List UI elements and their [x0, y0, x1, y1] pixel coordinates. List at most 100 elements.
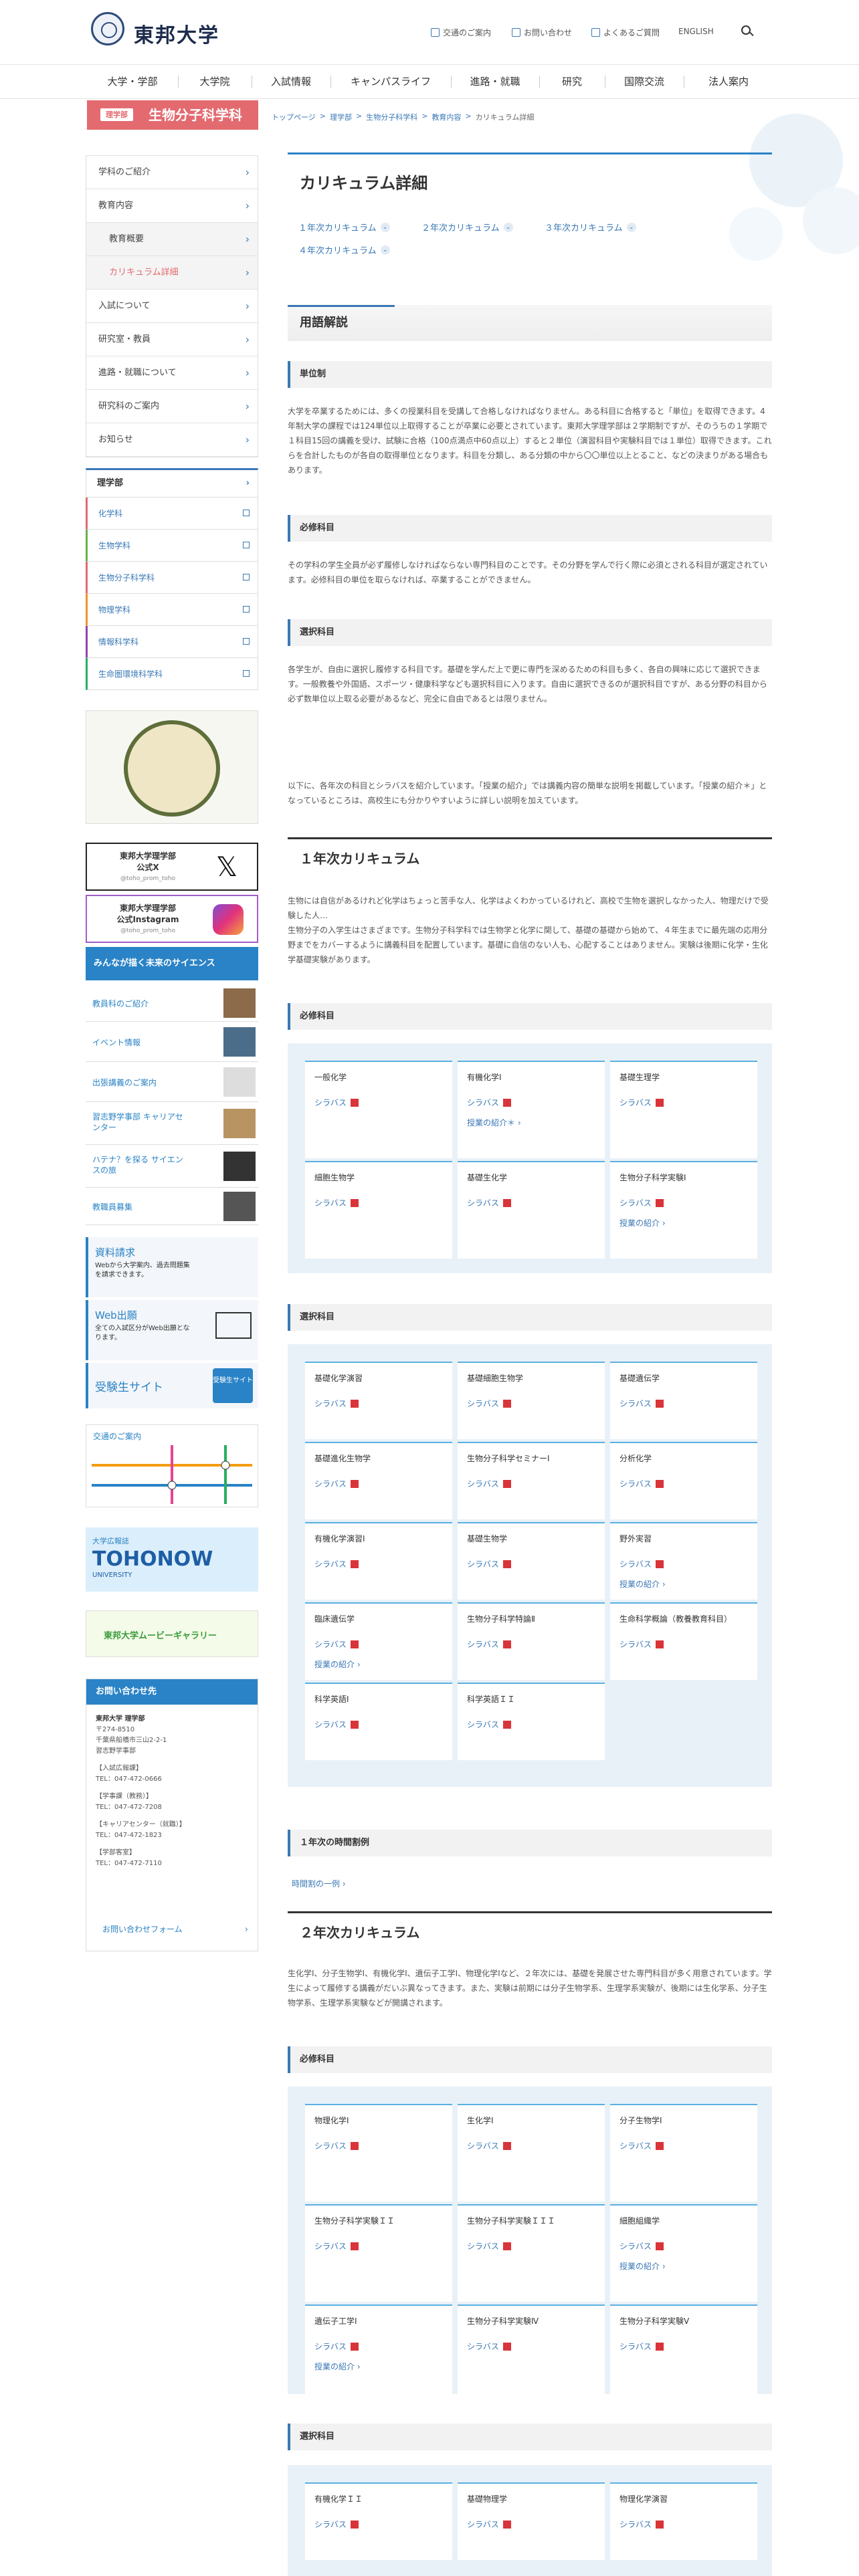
- section-title[interactable]: 理学部 生物分子科学科: [87, 100, 258, 130]
- toc-year2[interactable]: ２年次カリキュラム ⌄: [421, 221, 513, 233]
- course-intro-link[interactable]: 授業の紹介 ›: [314, 2361, 361, 2372]
- side-item-graduate[interactable]: 研究科のご案内: [86, 390, 258, 423]
- link-banner-item[interactable]: 出張講義のご案内: [86, 1062, 258, 1102]
- university-seal-icon[interactable]: [91, 12, 124, 45]
- syllabus-link[interactable]: シラバス: [467, 2240, 511, 2252]
- syllabus-link[interactable]: シラバス: [314, 1558, 359, 1570]
- util-access-link[interactable]: 交通のご案内: [431, 27, 491, 38]
- crumb-top[interactable]: トップページ: [272, 112, 316, 122]
- syllabus-link[interactable]: シラバス: [619, 1398, 664, 1409]
- syllabus-link[interactable]: シラバス: [467, 2518, 511, 2530]
- syllabus-link[interactable]: シラバス: [314, 1638, 359, 1650]
- dept-biomolecular[interactable]: 生物分子科学科: [86, 562, 258, 594]
- syllabus-link[interactable]: シラバス: [467, 1097, 511, 1108]
- syllabus-link[interactable]: シラバス: [619, 2240, 664, 2252]
- syllabus-link[interactable]: シラバス: [314, 1097, 359, 1108]
- link-banner-item[interactable]: ハテナ？を探る サイエンスの旅: [86, 1145, 258, 1188]
- syllabus-link[interactable]: シラバス: [619, 2341, 664, 2352]
- contact-form-link[interactable]: お問い合わせフォーム: [102, 1923, 183, 1935]
- dept-information[interactable]: 情報科学科: [86, 626, 258, 658]
- official-x-banner[interactable]: 東邦大学理学部 公式X @toho_prom_toho 𝕏: [86, 843, 258, 891]
- syllabus-link[interactable]: シラバス: [467, 1478, 511, 1489]
- course-intro-link[interactable]: 授業の紹介 ›: [619, 2260, 666, 2272]
- syllabus-label: シラバス: [314, 1640, 347, 1649]
- syllabus-link[interactable]: シラバス: [619, 1558, 664, 1570]
- course-card: 生化学Ⅰ シラバス: [458, 2104, 605, 2202]
- syllabus-link[interactable]: シラバス: [314, 1398, 359, 1409]
- side-item-admission[interactable]: 入試について: [86, 290, 258, 323]
- tohonow-banner[interactable]: 大学広報誌 TOHONOW UNIVERSITY: [86, 1527, 258, 1592]
- course-intro-link[interactable]: 授業の紹介＊ ›: [467, 1117, 521, 1128]
- course-intro-link[interactable]: 授業の紹介 ›: [619, 1217, 666, 1228]
- side-item-curriculum[interactable]: カリキュラム詳細: [86, 256, 258, 290]
- timetable-link[interactable]: 時間割の一例 ›: [292, 1878, 346, 1889]
- syllabus-link[interactable]: シラバス: [467, 1558, 511, 1570]
- year1-timetable-heading: １年次の時間割例: [288, 1830, 772, 1856]
- syllabus-link[interactable]: シラバス: [314, 1719, 359, 1730]
- gnav-international[interactable]: 国際交流: [605, 65, 684, 98]
- syllabus-link[interactable]: シラバス: [314, 2518, 359, 2530]
- course-name: 基礎物理学: [467, 2494, 508, 2504]
- toc-year3[interactable]: ３年次カリキュラム ⌄: [545, 221, 636, 233]
- web-application-banner[interactable]: Web出願 全ての入試区分がWeb出願となります。: [86, 1300, 258, 1360]
- gnav-research[interactable]: 研究: [539, 65, 605, 98]
- link-banner-item[interactable]: 習志野学事部 キャリアセンター: [86, 1102, 258, 1145]
- syllabus-link[interactable]: シラバス: [314, 2341, 359, 2352]
- gnav-faculty[interactable]: 大学・学部: [87, 65, 178, 98]
- syllabus-link[interactable]: シラバス: [467, 1719, 511, 1730]
- toc-year4[interactable]: ４年次カリキュラム ⌄: [298, 243, 390, 256]
- site-logo[interactable]: 東邦大学: [134, 19, 219, 48]
- dept-chemistry[interactable]: 化学科: [86, 498, 258, 530]
- syllabus-link[interactable]: シラバス: [467, 1398, 511, 1409]
- dept-head[interactable]: 理学部: [86, 468, 258, 498]
- applicant-site-banner[interactable]: 受験生サイト 受験生サイト: [86, 1363, 258, 1408]
- future-science-banner[interactable]: みんなが描く未来のサイエンス: [86, 947, 258, 980]
- emblem-banner[interactable]: [86, 710, 258, 824]
- util-english-link[interactable]: ENGLISH: [678, 27, 714, 36]
- syllabus-link[interactable]: シラバス: [619, 1638, 664, 1650]
- syllabus-link[interactable]: シラバス: [619, 1478, 664, 1489]
- course-intro-link[interactable]: 授業の紹介 ›: [314, 1658, 361, 1670]
- syllabus-link[interactable]: シラバス: [619, 1197, 664, 1208]
- gnav-campus-life[interactable]: キャンパスライフ: [330, 65, 451, 98]
- syllabus-link[interactable]: シラバス: [467, 2341, 511, 2352]
- side-item-education[interactable]: 教育内容: [86, 189, 258, 223]
- crumb-science[interactable]: 理学部: [330, 112, 352, 122]
- link-banner-item[interactable]: 教職員募集: [86, 1188, 258, 1225]
- access-banner[interactable]: 交通のご案内: [86, 1424, 258, 1507]
- syllabus-link[interactable]: シラバス: [314, 2240, 359, 2252]
- syllabus-link[interactable]: シラバス: [314, 1478, 359, 1489]
- gnav-graduate[interactable]: 大学院: [178, 65, 252, 98]
- gnav-career[interactable]: 進路・就職: [451, 65, 539, 98]
- dept-environment[interactable]: 生命圏環境科学科: [86, 658, 258, 690]
- side-item-intro[interactable]: 学科のご紹介: [86, 156, 258, 189]
- syllabus-link[interactable]: シラバス: [619, 2140, 664, 2151]
- side-item-career[interactable]: 進路・就職について: [86, 356, 258, 390]
- link-banner-item[interactable]: 教員科のご紹介: [86, 984, 258, 1022]
- syllabus-link[interactable]: シラバス: [467, 1197, 511, 1208]
- dept-physics[interactable]: 物理学科: [86, 594, 258, 626]
- crumb-education[interactable]: 教育内容: [432, 112, 461, 122]
- crumb-dept[interactable]: 生物分子科学科: [366, 112, 417, 122]
- syllabus-link[interactable]: シラバス: [619, 2518, 664, 2530]
- syllabus-link[interactable]: シラバス: [467, 2140, 511, 2151]
- search-icon[interactable]: [741, 25, 751, 35]
- side-item-labs[interactable]: 研究室・教員: [86, 323, 258, 356]
- side-item-news[interactable]: お知らせ: [86, 423, 258, 457]
- util-faq-link[interactable]: よくあるご質問: [591, 27, 660, 38]
- side-item-overview[interactable]: 教育概要: [86, 223, 258, 256]
- syllabus-link[interactable]: シラバス: [314, 1197, 359, 1208]
- dept-biology[interactable]: 生物学科: [86, 530, 258, 562]
- request-materials-banner[interactable]: 資料請求 Webから大学案内、過去問題集を請求できます。: [86, 1237, 258, 1297]
- syllabus-link[interactable]: シラバス: [467, 1638, 511, 1650]
- link-banner-item[interactable]: イベント情報: [86, 1022, 258, 1062]
- util-contact-link[interactable]: お問い合わせ: [512, 27, 572, 38]
- toc-year1[interactable]: １年次カリキュラム ⌄: [298, 221, 390, 233]
- gnav-admission[interactable]: 入試情報: [252, 65, 330, 98]
- gnav-corporate[interactable]: 法人案内: [684, 65, 773, 98]
- movie-gallery-banner[interactable]: 東邦大学ムービーギャラリー: [86, 1610, 258, 1657]
- course-intro-link[interactable]: 授業の紹介 ›: [619, 1578, 666, 1590]
- official-instagram-banner[interactable]: 東邦大学理学部 公式Instagram @toho_prom_toho: [86, 895, 258, 943]
- syllabus-link[interactable]: シラバス: [314, 2140, 359, 2151]
- syllabus-link[interactable]: シラバス: [619, 1097, 664, 1108]
